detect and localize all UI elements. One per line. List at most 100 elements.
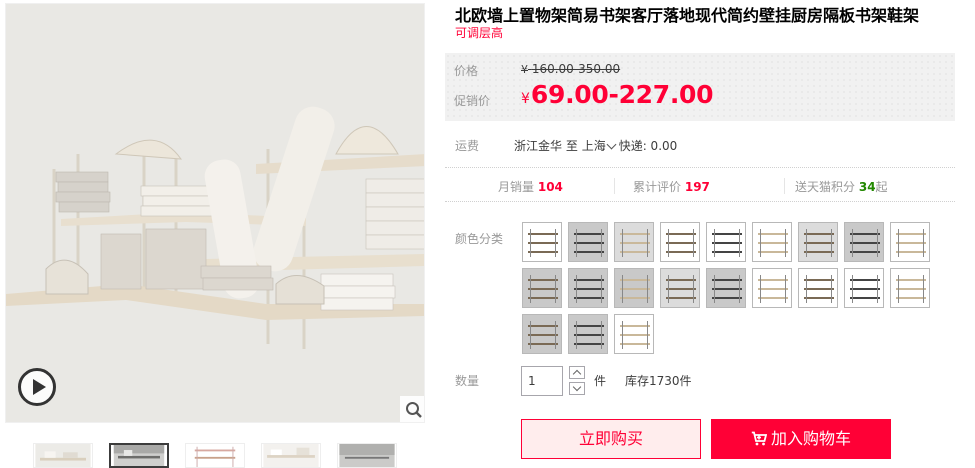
swatch-shelf: [712, 288, 742, 290]
swatch-shelf: [620, 288, 650, 290]
swatch-shelf: [528, 233, 558, 235]
swatch-shelf: [850, 242, 880, 244]
swatch-rail: [693, 229, 694, 257]
color-swatch[interactable]: [522, 314, 562, 354]
swatch-shelf: [620, 242, 650, 244]
swatch-rail: [877, 275, 878, 303]
swatch-shelf: [850, 297, 880, 299]
ship-from: 浙江金华: [514, 139, 563, 153]
swatch-rail: [760, 275, 761, 303]
monthly-sales-count: 104: [537, 180, 563, 194]
add-to-cart-button[interactable]: 加入购物车: [711, 419, 891, 459]
tmall-points-label: 送天猫积分: [795, 180, 856, 194]
color-swatch[interactable]: [614, 222, 654, 262]
swatch-rail: [530, 321, 531, 349]
original-price-value: 160.00-350.00: [531, 62, 621, 76]
original-price: ¥ 160.00-350.00: [521, 62, 620, 76]
swatch-rail: [739, 275, 740, 303]
color-swatch[interactable]: [844, 268, 884, 308]
swatch-shelf: [896, 251, 926, 253]
swatch-shelf: [528, 279, 558, 281]
swatch-shelf: [850, 288, 880, 290]
swatch-shelf: [574, 297, 604, 299]
destination-selector[interactable]: 上海: [582, 139, 619, 153]
swatch-shelf: [758, 251, 788, 253]
thumbnail-2[interactable]: [109, 443, 169, 468]
promo-price: ¥69.00-227.00: [521, 80, 714, 109]
divider: [784, 178, 785, 194]
swatch-rail: [923, 275, 924, 303]
color-swatch[interactable]: [522, 268, 562, 308]
swatch-rail: [622, 275, 623, 303]
thumbnail-1[interactable]: [33, 443, 93, 468]
play-video-button[interactable]: [18, 368, 56, 406]
quantity-input[interactable]: [521, 366, 563, 396]
color-swatch[interactable]: [614, 314, 654, 354]
swatch-shelf: [712, 297, 742, 299]
swatch-rail: [647, 275, 648, 303]
swatch-rail: [714, 229, 715, 257]
review-count[interactable]: 累计评价 197: [633, 178, 710, 195]
swatch-shelf: [574, 233, 604, 235]
swatch-shelf: [896, 297, 926, 299]
color-swatch[interactable]: [568, 268, 608, 308]
swatch-shelf: [758, 242, 788, 244]
shipping-method: 快递: 0.00: [618, 139, 678, 153]
swatch-rail: [668, 229, 669, 257]
thumbnail-4[interactable]: [261, 443, 321, 468]
quantity-increase-button[interactable]: [569, 366, 585, 379]
thumbnail-image: [339, 444, 395, 467]
ship-to-word: 至: [565, 139, 578, 153]
swatch-shelf: [528, 251, 558, 253]
color-swatch[interactable]: [614, 268, 654, 308]
color-swatch[interactable]: [752, 268, 792, 308]
swatch-rail: [714, 275, 715, 303]
color-swatch[interactable]: [522, 222, 562, 262]
color-swatch[interactable]: [844, 222, 884, 262]
thumbnail-image: [187, 444, 243, 467]
swatch-shelf: [804, 242, 834, 244]
buy-now-button[interactable]: 立即购买: [521, 419, 701, 459]
swatch-rail: [877, 229, 878, 257]
swatch-shelf: [620, 334, 650, 336]
swatch-shelf: [574, 325, 604, 327]
tmall-points: 送天猫积分 34起: [795, 178, 888, 195]
color-swatch[interactable]: [706, 268, 746, 308]
main-product-image[interactable]: [5, 3, 425, 423]
destination-city: 上海: [581, 139, 606, 153]
color-swatch[interactable]: [798, 268, 838, 308]
price-panel: 价格 ¥ 160.00-350.00 促销价 ¥69.00-227.00: [445, 53, 955, 121]
chevron-down-icon: [606, 139, 617, 150]
swatch-rail: [576, 321, 577, 349]
swatch-shelf: [666, 251, 696, 253]
color-swatch[interactable]: [706, 222, 746, 262]
swatch-shelf: [574, 279, 604, 281]
swatch-shelf: [620, 279, 650, 281]
thumbnail-5[interactable]: [337, 443, 397, 468]
thumbnail-3[interactable]: [185, 443, 245, 468]
swatch-rail: [555, 229, 556, 257]
color-swatch[interactable]: [798, 222, 838, 262]
color-swatch[interactable]: [660, 268, 700, 308]
swatch-rail: [530, 275, 531, 303]
zoom-icon: [406, 402, 422, 418]
color-swatch[interactable]: [890, 268, 930, 308]
color-swatch[interactable]: [660, 222, 700, 262]
wall-shelf-illustration: [6, 4, 424, 422]
divider: [445, 201, 955, 202]
swatch-rail: [898, 275, 899, 303]
color-swatch[interactable]: [568, 314, 608, 354]
monthly-sales: 月销量 104: [498, 178, 563, 195]
color-swatch[interactable]: [752, 222, 792, 262]
color-swatch[interactable]: [568, 222, 608, 262]
swatch-rail: [923, 229, 924, 257]
swatch-shelf: [850, 251, 880, 253]
swatch-rail: [739, 229, 740, 257]
swatch-rail: [601, 229, 602, 257]
swatch-rail: [806, 229, 807, 257]
cart-icon: [751, 431, 768, 446]
quantity-decrease-button[interactable]: [569, 382, 585, 395]
color-swatch[interactable]: [890, 222, 930, 262]
swatch-shelf: [804, 288, 834, 290]
zoom-button[interactable]: [400, 396, 424, 422]
